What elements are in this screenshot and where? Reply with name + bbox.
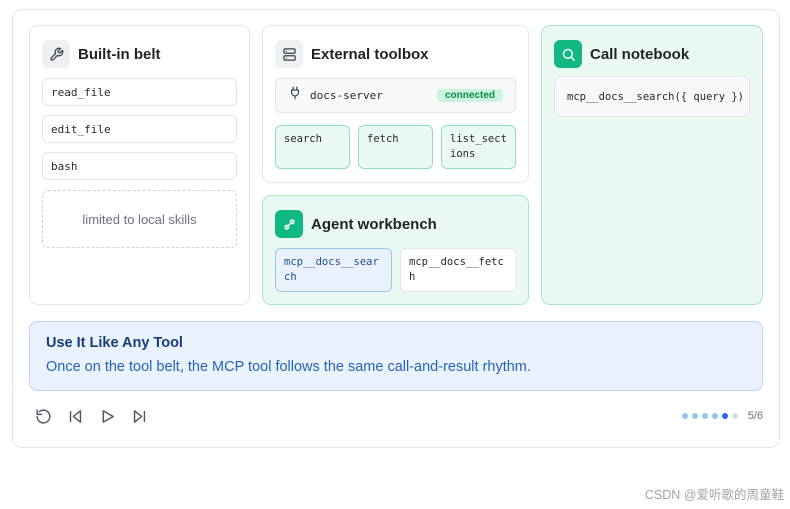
progress-dot[interactable]: [731, 413, 738, 419]
search-icon: [554, 40, 582, 68]
skip-forward-icon[interactable]: [129, 406, 149, 426]
status-badge: connected: [436, 89, 503, 102]
plug-icon: [288, 86, 302, 105]
external-tool-list-sections[interactable]: list_sections: [441, 125, 516, 169]
info-banner: Use It Like Any Tool Once on the tool be…: [29, 321, 763, 391]
workbench-tool-docs-search[interactable]: mcp__docs__search: [275, 248, 392, 292]
progress-dots: [681, 413, 738, 419]
server-icon: [275, 40, 303, 68]
info-body: Once on the tool belt, the MCP tool foll…: [46, 359, 531, 375]
external-tool-search[interactable]: search: [275, 125, 350, 169]
server-name: docs-server: [310, 89, 383, 102]
tool-chip-read-file[interactable]: read_file: [42, 78, 237, 106]
external-tool-fetch[interactable]: fetch: [358, 125, 433, 169]
call-entry: mcp__docs__search({ query }): [554, 76, 750, 117]
agent-workbench-card: Agent workbench mcp__docs__search mcp__d…: [262, 195, 529, 305]
skip-back-icon[interactable]: [65, 406, 85, 426]
wrench-icon: [42, 40, 70, 68]
replay-icon[interactable]: [33, 406, 53, 426]
tool-chip-bash[interactable]: bash: [42, 152, 237, 180]
progress-dot[interactable]: [691, 413, 698, 419]
progress-dot[interactable]: [681, 413, 688, 419]
workbench-tool-docs-fetch[interactable]: mcp__docs__fetch: [400, 248, 517, 292]
play-icon[interactable]: [97, 406, 117, 426]
tool-chip-edit-file[interactable]: edit_file: [42, 115, 237, 143]
playback-controls: [33, 406, 149, 426]
agent-workbench-title: Agent workbench: [311, 215, 437, 233]
external-toolbox-card: External toolbox docs-server connected s…: [262, 25, 529, 183]
watermark: CSDN @爱听歌的周童鞋: [644, 488, 784, 502]
builtin-belt-card: Built-in belt read_file edit_file bash l…: [29, 25, 250, 305]
page-number: 5/6: [747, 410, 763, 422]
progress-indicator: 5/6: [681, 410, 763, 422]
info-title: Use It Like Any Tool: [46, 335, 183, 351]
progress-dot[interactable]: [701, 413, 708, 419]
external-toolbox-title: External toolbox: [311, 45, 429, 63]
call-notebook-card: Call notebook mcp__docs__search({ query …: [541, 25, 763, 305]
call-notebook-title: Call notebook: [590, 45, 690, 63]
server-row[interactable]: docs-server connected: [275, 78, 516, 113]
progress-dot[interactable]: [711, 413, 718, 419]
progress-dot[interactable]: [721, 413, 728, 419]
local-skills-note: limited to local skills: [42, 190, 237, 248]
plug-connect-icon: [275, 210, 303, 238]
builtin-belt-title: Built-in belt: [78, 45, 161, 63]
